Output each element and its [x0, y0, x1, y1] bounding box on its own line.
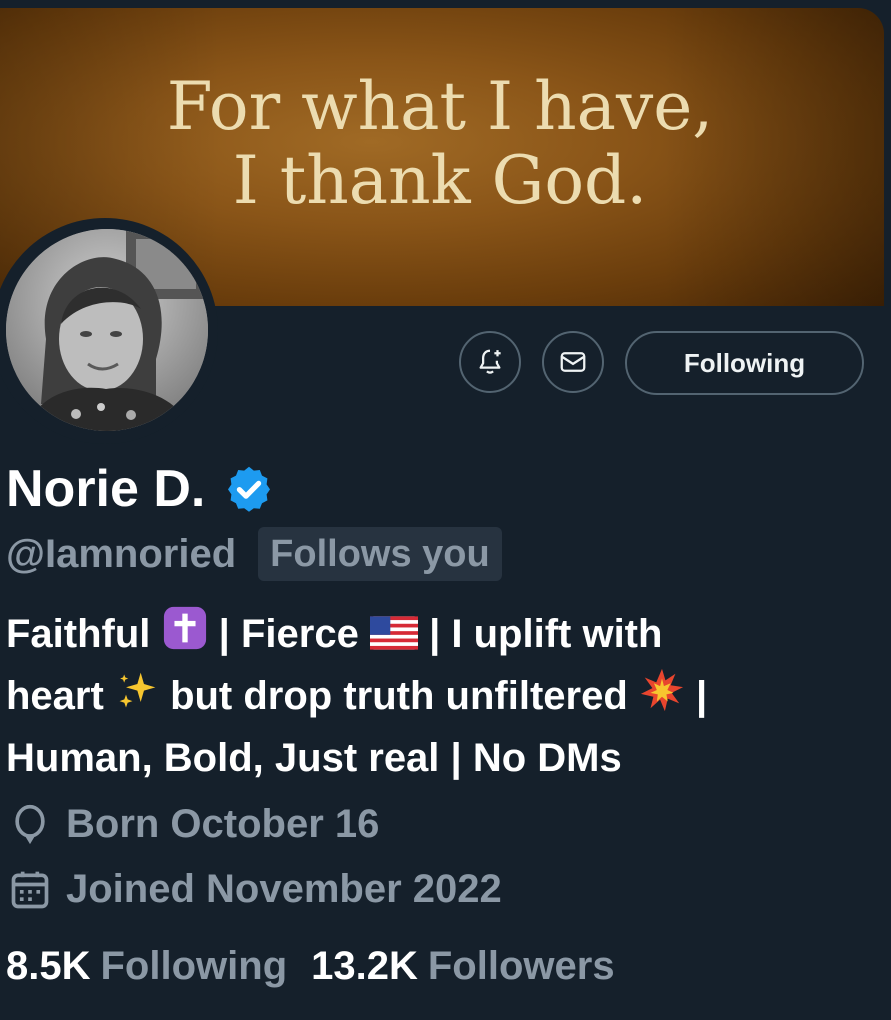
bell-plus-icon [479, 349, 501, 374]
joined-text: Joined November 2022 [66, 867, 502, 911]
bio-line-2: heart but drop truth unfiltered | [6, 665, 866, 727]
followers-stat-link[interactable]: 13.2K Followers [311, 944, 614, 989]
following-count: 8.5K [6, 944, 91, 988]
profile-bio: Faithful | Fierce | I uplift with heart … [6, 603, 866, 789]
verified-badge-icon[interactable] [225, 465, 273, 513]
birthday-text: Born October 16 [66, 802, 380, 846]
bio-text: | Fierce [218, 612, 359, 656]
notifications-button[interactable] [459, 331, 521, 393]
envelope-icon [560, 352, 586, 372]
user-handle: @Iamnoried [6, 531, 237, 576]
balloon-icon [15, 804, 45, 844]
display-name-row: Norie D. [6, 456, 273, 522]
latin-cross-icon [163, 606, 206, 650]
bio-line-3: Human, Bold, Just real | No DMs [6, 736, 622, 780]
banner-quote-line2: I thank God. [232, 142, 648, 219]
avatar[interactable] [6, 229, 208, 431]
followers-count: 13.2K [311, 944, 418, 988]
followers-label: Followers [427, 944, 615, 988]
joined-row: Joined November 2022 [8, 867, 502, 912]
follows-you-badge: Follows you [258, 527, 502, 581]
following-stat-link[interactable]: 8.5K Following [6, 944, 287, 989]
collision-icon [640, 668, 683, 712]
following-label: Following [100, 944, 288, 988]
birthday-row: Born October 16 [8, 802, 379, 847]
bio-text: | I uplift with [429, 612, 663, 656]
banner-quote: For what I have, I thank God. [90, 70, 790, 218]
message-button[interactable] [542, 331, 604, 393]
display-name: Norie D. [6, 460, 206, 518]
handle-row: @Iamnoried Follows you [6, 527, 502, 581]
us-flag-icon [369, 616, 418, 650]
bio-text: | [696, 674, 708, 718]
bio-text: but drop truth unfiltered [170, 674, 628, 718]
bio-line-1: Faithful | Fierce | I uplift with [6, 603, 866, 665]
calendar-icon [11, 871, 49, 908]
bio-text: heart [6, 674, 104, 718]
banner-quote-line1: For what I have, [166, 68, 714, 145]
follow-stats: 8.5K Following 13.2K Followers [6, 944, 639, 989]
following-button[interactable]: Following [625, 331, 864, 395]
bio-text: Faithful [6, 612, 151, 656]
avatar-photo [6, 229, 208, 431]
sparkles-icon [119, 672, 156, 708]
